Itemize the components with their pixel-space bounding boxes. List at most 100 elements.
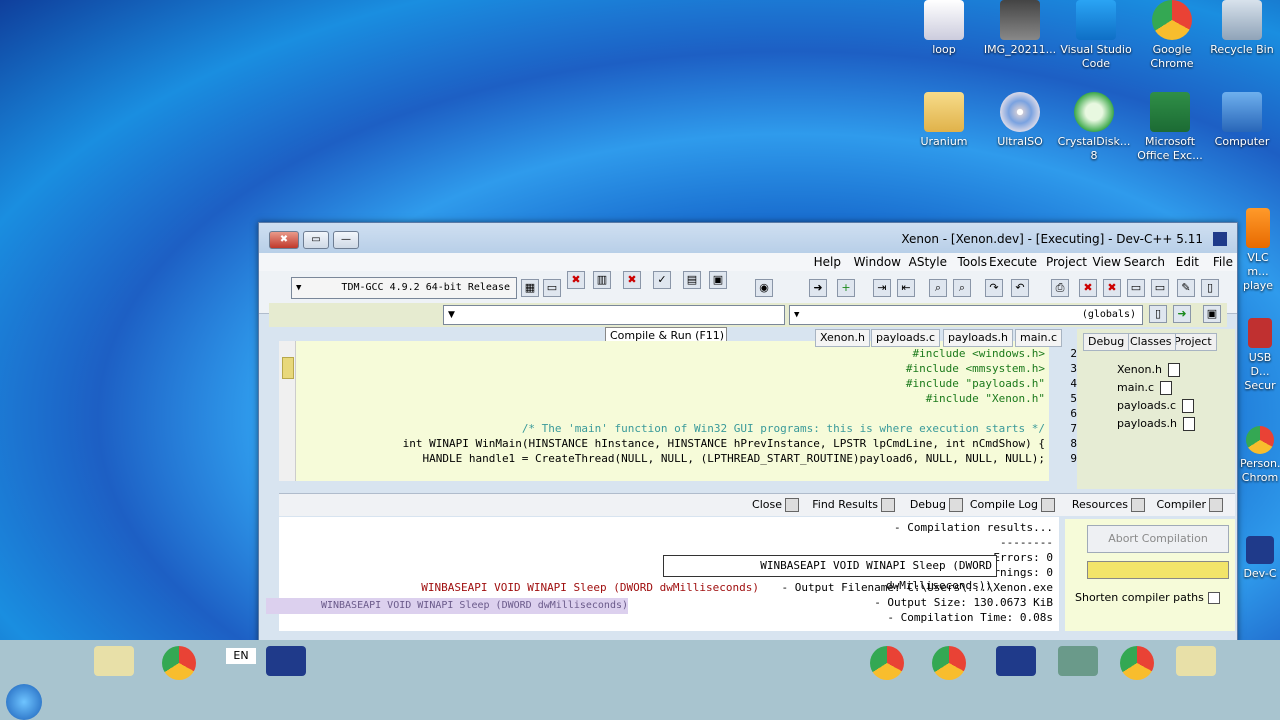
add-bookmark-icon[interactable]: + [837, 279, 855, 297]
tab-debug-output[interactable]: Debug [906, 497, 967, 513]
desktop-icon-loop[interactable]: loop [906, 0, 982, 57]
taskbar-app[interactable] [1058, 646, 1098, 676]
taskbar-devcpp[interactable] [266, 646, 306, 676]
menu-view[interactable]: View [1093, 255, 1121, 269]
tab-compiler[interactable]: Compiler [1152, 497, 1227, 513]
title-bar[interactable]: ✖ ▭ — Xenon - [Xenon.dev] - [Executing] … [259, 223, 1237, 253]
desktop-icon-recycle-bin[interactable]: Recycle Bin [1204, 0, 1280, 57]
language-indicator[interactable]: EN [226, 648, 256, 664]
desktop-icon-ultraiso[interactable]: UltraISO [982, 92, 1058, 149]
chart-icon[interactable]: ▥ [593, 271, 611, 289]
taskbar-chrome-3[interactable] [932, 646, 966, 680]
bookmark-icon[interactable]: ▯ [1149, 305, 1167, 323]
replace-icon[interactable]: ⌕ [953, 279, 971, 297]
layout-icon[interactable]: ▤ [683, 271, 701, 289]
close-file-icon[interactable]: ✖ [1103, 279, 1121, 297]
check-icon[interactable]: ✓ [653, 271, 671, 289]
undo-icon[interactable]: ↶ [1011, 279, 1029, 297]
tab-classes[interactable]: Classes [1125, 333, 1177, 351]
grid-icon[interactable]: ▦ [521, 279, 539, 297]
delete-icon[interactable]: ✖ [567, 271, 585, 289]
close-button[interactable]: ✖ [269, 231, 299, 249]
abort-compilation-button[interactable]: Abort Compilation [1087, 525, 1229, 553]
desktop-icon-vlc[interactable]: VLC m... playe [1236, 208, 1280, 293]
panel-icon[interactable]: ▣ [709, 271, 727, 289]
desktop-icon-excel[interactable]: Microsoft Office Exc... [1132, 92, 1208, 163]
taskbar-chrome-2[interactable] [870, 646, 904, 680]
unindent-icon[interactable]: ⇤ [897, 279, 915, 297]
taskbar-chrome-4[interactable] [1120, 646, 1154, 680]
tab-compile-log[interactable]: Compile Log [966, 497, 1059, 513]
desktop-icon-image[interactable]: IMG_20211... [982, 0, 1058, 57]
menu-astyle[interactable]: AStyle [909, 255, 947, 269]
desktop-icon-label: UltraISO [997, 135, 1043, 148]
compile-run-icon[interactable]: ◉ [755, 279, 773, 297]
close-all-icon[interactable]: ✖ [1079, 279, 1097, 297]
scope-select[interactable]: ▼ (globals) [789, 305, 1143, 325]
line-number: 2 [1070, 347, 1077, 360]
open-icon[interactable]: ✎ [1177, 279, 1195, 297]
project-file[interactable]: main.c [1117, 381, 1173, 395]
goto-line-icon[interactable]: ➜ [1173, 305, 1191, 323]
scrollbar-thumb[interactable] [282, 357, 294, 379]
desktop-icon-crystaldisk[interactable]: CrystalDisk... 8 [1056, 92, 1132, 163]
editor-tab-xenon-h[interactable]: Xenon.h [815, 329, 870, 347]
code-line: int WINAPI WinMain(HINSTANCE hInstance, … [402, 437, 1045, 450]
editor-tab-payloads-c[interactable]: payloads.c [871, 329, 941, 347]
menu-help[interactable]: Help [814, 255, 841, 269]
menu-project[interactable]: Project [1046, 255, 1087, 269]
shorten-paths-checkbox[interactable]: Shorten compiler paths [1075, 591, 1220, 604]
find-icon[interactable]: ⌕ [929, 279, 947, 297]
tab-find-results[interactable]: Find Results [808, 497, 899, 513]
desktop-icon-devcpp[interactable]: Dev-C [1240, 536, 1280, 581]
editor-tab-payloads-h[interactable]: payloads.h [943, 329, 1013, 347]
maximize-button[interactable]: ▭ [303, 231, 329, 249]
line-number: 4 [1070, 377, 1077, 390]
line-number: 3 [1070, 362, 1077, 375]
menu-file[interactable]: File [1213, 255, 1233, 269]
menu-execute[interactable]: Execute [989, 255, 1037, 269]
taskbar: EN [0, 640, 1280, 720]
chrome-icon [1152, 0, 1192, 40]
project-file[interactable]: Xenon.h [1117, 363, 1180, 377]
desktop-icon-chrome-person[interactable]: Person... Chrom [1240, 426, 1280, 485]
minimize-button[interactable]: — [333, 231, 359, 249]
menu-window[interactable]: Window [854, 255, 901, 269]
start-button[interactable] [6, 684, 42, 720]
tab-resources[interactable]: Resources [1068, 497, 1149, 513]
goto-icon[interactable]: ➜ [809, 279, 827, 297]
save-icon[interactable]: ▭ [1151, 279, 1169, 297]
stop-icon[interactable]: ✖ [623, 271, 641, 289]
editor-scrollbar[interactable] [279, 341, 296, 481]
desktop-icon-usb[interactable]: USB D... Secur [1240, 318, 1280, 393]
menu-edit[interactable]: Edit [1176, 255, 1199, 269]
browser-icon[interactable]: ▣ [1203, 305, 1221, 323]
redo-icon[interactable]: ↷ [985, 279, 1003, 297]
compiler-select[interactable]: ▼ TDM-GCC 4.9.2 64-bit Release [291, 277, 517, 299]
save-all-icon[interactable]: ▭ [1127, 279, 1145, 297]
desktop-icon-computer[interactable]: Computer [1204, 92, 1280, 149]
tab-debug[interactable]: Debug [1083, 333, 1130, 351]
menu-search[interactable]: Search [1124, 255, 1165, 269]
taskbar-explorer[interactable] [94, 646, 134, 676]
desktop-icon-vscode[interactable]: Visual Studio Code [1058, 0, 1134, 71]
desktop-icon-chrome[interactable]: Google Chrome [1134, 0, 1210, 71]
log-overlay-text: WINBASEAPI VOID WINAPI Sleep (DWORD dwMi… [421, 581, 759, 594]
taskbar-devcpp-2[interactable] [996, 646, 1036, 676]
taskbar-chrome[interactable] [162, 646, 196, 680]
menu-tools[interactable]: Tools [957, 255, 987, 269]
new-icon[interactable]: ▯ [1201, 279, 1219, 297]
desktop-icon-uranium[interactable]: Uranium [906, 92, 982, 149]
taskbar-explorer-2[interactable] [1176, 646, 1216, 676]
window-icon[interactable]: ▭ [543, 279, 561, 297]
project-file[interactable]: payloads.c [1117, 399, 1195, 413]
function-select[interactable]: ▼ [443, 305, 785, 325]
chevron-down-icon: ▼ [296, 283, 302, 293]
editor-tab-main-c[interactable]: main.c [1015, 329, 1063, 347]
indent-icon[interactable]: ⇥ [873, 279, 891, 297]
code-editor[interactable]: main.c payloads.h payloads.c Xenon.h #in… [279, 329, 1077, 481]
print-icon[interactable]: ⎙ [1051, 279, 1069, 297]
tab-close[interactable]: Close [748, 497, 803, 513]
checkbox-label: Shorten compiler paths [1075, 591, 1204, 604]
project-file[interactable]: payloads.h [1117, 417, 1195, 431]
